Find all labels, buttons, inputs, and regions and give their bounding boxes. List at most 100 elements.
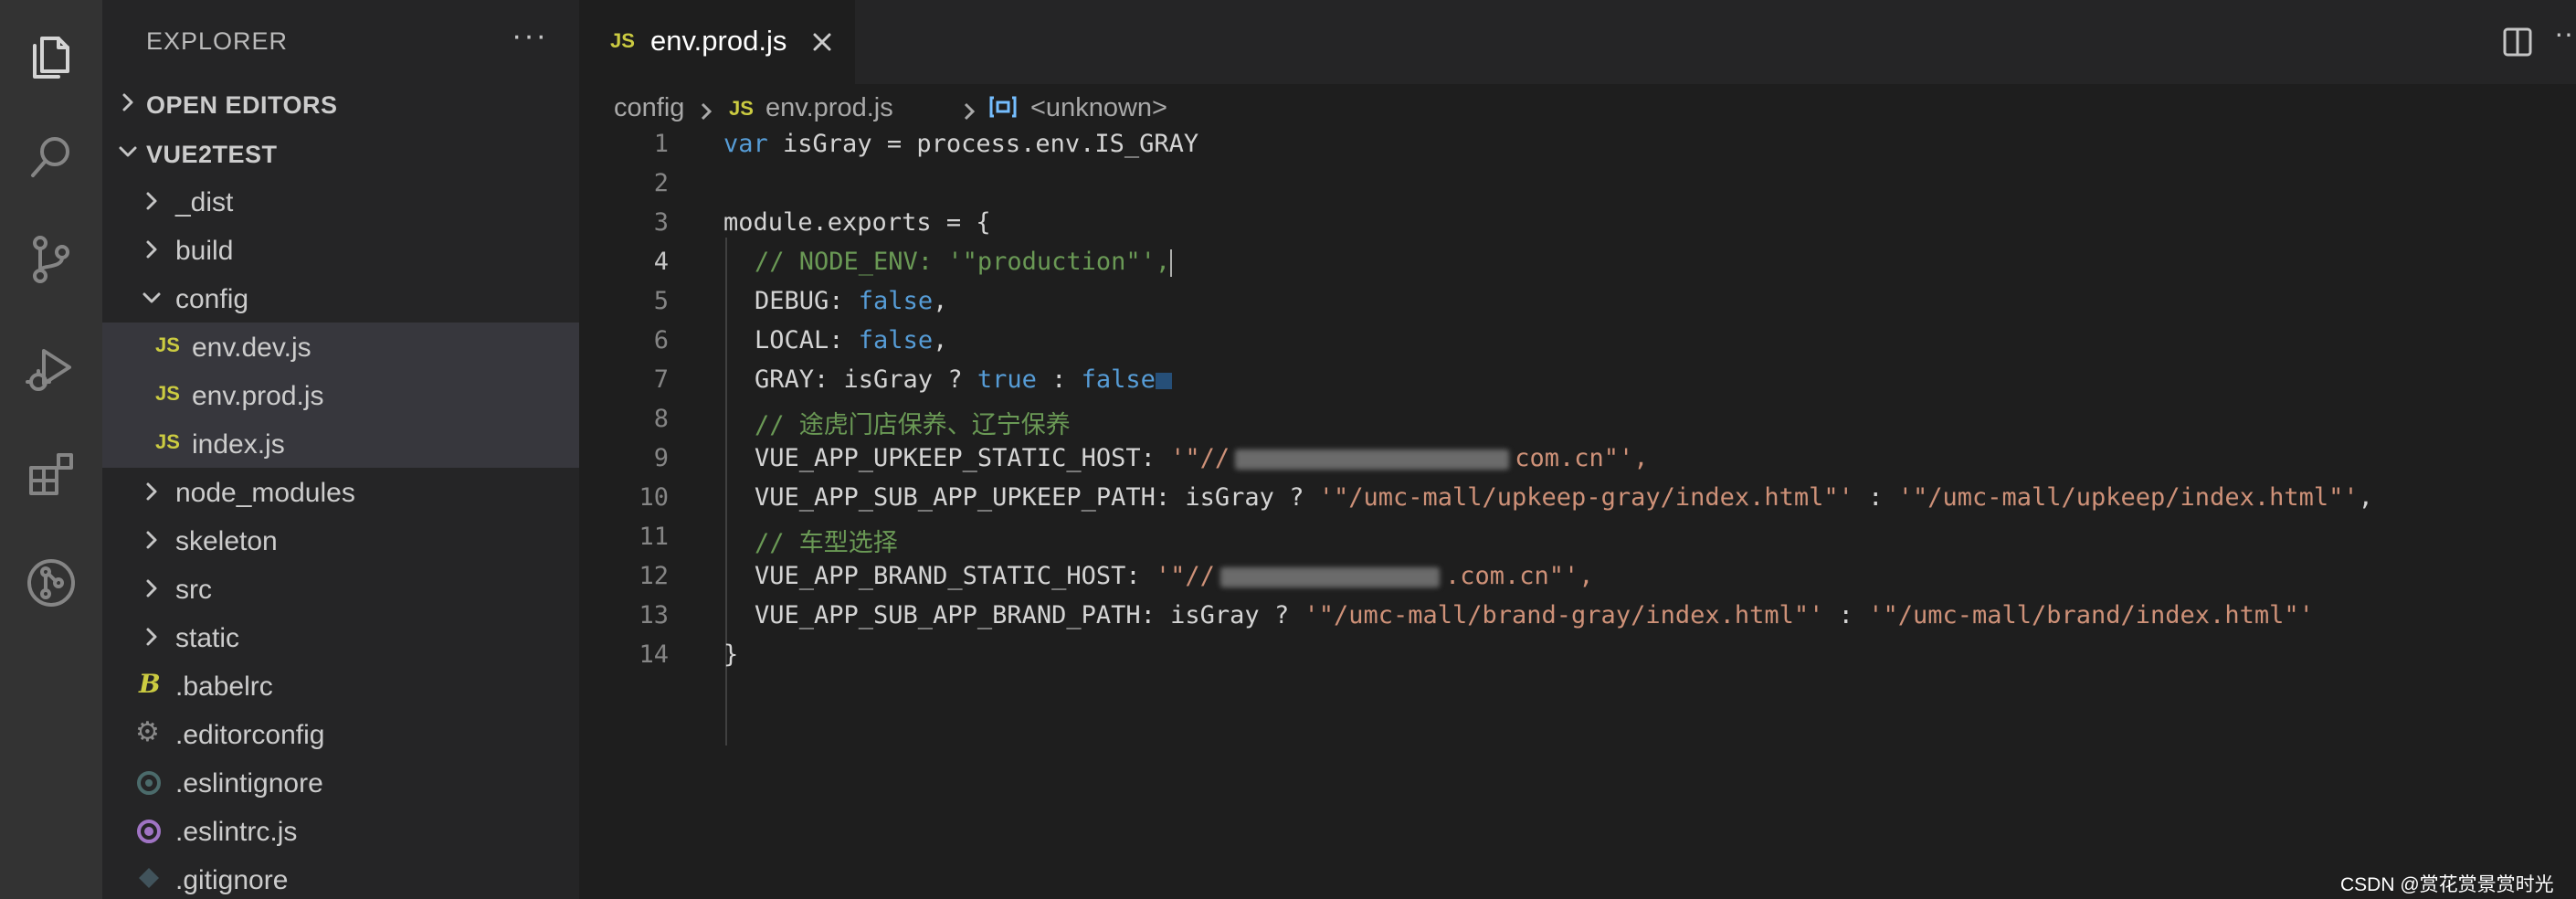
tree-item-dist[interactable]: _dist [102, 177, 579, 226]
js-file-icon: JS [610, 29, 635, 52]
code-line[interactable]: 5 DEBUG: false, [579, 281, 2576, 321]
editor-tabs-bar: JS env.prod.js [579, 0, 2576, 84]
breadcrumb-folder[interactable]: config [614, 93, 684, 123]
open-editors-section[interactable]: OPEN EDITORS [102, 80, 579, 128]
run-debug-icon[interactable] [20, 338, 82, 400]
tree-item-babelrc[interactable]: B .babelrc [102, 661, 579, 710]
tree-item-build[interactable]: build [102, 226, 579, 274]
chevron-right-icon [139, 479, 164, 504]
token-text: : [1823, 601, 1869, 629]
code-text: var isGray = process.env.IS_GRAY [723, 130, 1198, 158]
code-line[interactable]: 6 LOCAL: false, [579, 321, 2576, 360]
breadcrumb-symbol[interactable]: <unknown> [1030, 93, 1167, 123]
explorer-icon[interactable] [20, 26, 82, 88]
open-editors-label: OPEN EDITORS [146, 91, 338, 119]
js-file-icon: JS [729, 97, 754, 120]
symbol-variable-icon [988, 95, 1018, 126]
line-number: 3 [653, 208, 669, 237]
tree-item-node-modules[interactable]: node_modules [102, 468, 579, 516]
token-boolean: false [858, 287, 934, 315]
line-number: 10 [639, 483, 669, 512]
more-actions-icon[interactable]: ··· [512, 18, 548, 54]
token-string: '"/umc-mall/upkeep/index.html"' [1897, 483, 2359, 512]
tree-item-eslintrc[interactable]: .eslintrc.js [102, 807, 579, 855]
more-actions-icon[interactable]: ·· [2554, 16, 2573, 50]
token-text: VUE_APP_BRAND_STATIC_HOST: [755, 562, 1156, 590]
line-number: 2 [653, 169, 669, 197]
git-graph-icon[interactable] [20, 552, 82, 614]
code-text: VUE_APP_SUB_APP_BRAND_PATH: isGray ? '"/… [755, 601, 2314, 629]
line-number: 4 [653, 248, 669, 276]
tree-item-config[interactable]: config [102, 274, 579, 323]
tree-item-gitignore[interactable]: .gitignore [102, 855, 579, 899]
token-boolean: true [977, 365, 1037, 394]
token-punct: , [2358, 483, 2373, 512]
close-icon[interactable] [808, 27, 837, 57]
token-text: VUE_APP_UPKEEP_STATIC_HOST: [755, 444, 1171, 472]
token-comment: // NODE_ENV: '"production"', [755, 248, 1171, 276]
tree-item-label: index.js [192, 429, 285, 460]
tree-item-label: .eslintignore [175, 768, 323, 799]
code-line[interactable]: 1 var isGray = process.env.IS_GRAY [579, 124, 2576, 164]
token-string: '"/umc-mall/brand-gray/index.html"' [1304, 601, 1824, 629]
chevron-right-icon [139, 624, 164, 650]
tree-item-editorconfig[interactable]: ⚙ .editorconfig [102, 710, 579, 758]
chevron-right-icon [139, 237, 164, 262]
tree-item-env-prod[interactable]: JS env.prod.js [102, 371, 579, 419]
tab-label: env.prod.js [650, 25, 787, 57]
tree-item-index-js[interactable]: JS index.js [102, 419, 579, 468]
source-control-icon[interactable] [20, 228, 82, 291]
code-line[interactable]: 4 // NODE_ENV: '"production"', [579, 242, 2576, 281]
activity-bar [0, 0, 102, 899]
breadcrumb-file[interactable]: env.prod.js [765, 93, 893, 123]
code-line[interactable]: 11 // 车型选择 [579, 517, 2576, 557]
redacted-text [1219, 566, 1440, 587]
tree-item-label: node_modules [175, 478, 355, 508]
project-section[interactable]: VUE2TEST [102, 130, 579, 177]
token-comment: // 途虎门店保养、辽宁保养 [755, 411, 1071, 439]
code-line[interactable]: 13 VUE_APP_SUB_APP_BRAND_PATH: isGray ? … [579, 596, 2576, 635]
tree-item-eslintignore[interactable]: .eslintignore [102, 758, 579, 807]
code-line[interactable]: 14 } [579, 635, 2576, 674]
token-string: '"/umc-mall/brand/index.html"' [1868, 601, 2314, 629]
token-text: GRAY: isGray ? [755, 365, 977, 394]
code-line[interactable]: 2 [579, 164, 2576, 203]
js-file-icon: JS [155, 382, 180, 405]
extensions-icon[interactable] [20, 444, 82, 506]
tree-item-static[interactable]: static [102, 613, 579, 661]
code-line[interactable]: 10 VUE_APP_SUB_APP_UPKEEP_PATH: isGray ?… [579, 478, 2576, 517]
code-line[interactable]: 3 module.exports = { [579, 203, 2576, 242]
tree-item-label: static [175, 623, 240, 653]
tree-item-label: build [175, 236, 234, 266]
babel-icon: B [139, 669, 161, 699]
token-text: : [1036, 365, 1082, 394]
watermark: CSDN @赏花赏景赏时光 [2340, 874, 2554, 895]
tree-item-label: .babelrc [175, 672, 273, 702]
line-number: 7 [653, 365, 669, 394]
project-label: VUE2TEST [146, 141, 278, 168]
token-string: com.cn"', [1515, 444, 1649, 472]
chevron-right-icon [139, 527, 164, 553]
code-line[interactable]: 12 VUE_APP_BRAND_STATIC_HOST: '"// .com.c… [579, 556, 2576, 596]
token-boolean: false [858, 326, 934, 354]
code-line[interactable]: 9 VUE_APP_UPKEEP_STATIC_HOST: '"// com.cn… [579, 439, 2576, 478]
token-string: '"// [1170, 444, 1230, 472]
tree-item-env-dev[interactable]: JS env.dev.js [102, 323, 579, 371]
token-text: : [1853, 483, 1898, 512]
code-line[interactable]: 7 GRAY: isGray ? true : false [579, 360, 2576, 399]
explorer-sidebar: EXPLORER ··· OPEN EDITORS VUE2TEST _dist… [102, 0, 579, 899]
token-text: DEBUG: [755, 287, 859, 315]
code-line[interactable]: 8 // 途虎门店保养、辽宁保养 [579, 399, 2576, 439]
split-editor-icon[interactable] [2501, 26, 2534, 58]
line-number: 5 [653, 287, 669, 315]
redacted-text [1235, 449, 1510, 470]
tree-item-label: env.dev.js [192, 333, 311, 363]
code-text: VUE_APP_UPKEEP_STATIC_HOST: '"// com.cn"'… [755, 444, 1649, 472]
search-icon[interactable] [20, 126, 82, 188]
code-editor[interactable]: config JS env.prod.js <unknown> 1 var is… [579, 84, 2576, 899]
tree-item-src[interactable]: src [102, 565, 579, 613]
tab-env-prod[interactable]: JS env.prod.js [579, 0, 855, 84]
tree-item-skeleton[interactable]: skeleton [102, 516, 579, 565]
line-number: 14 [639, 640, 669, 669]
tree-item-label: .gitignore [175, 865, 289, 895]
